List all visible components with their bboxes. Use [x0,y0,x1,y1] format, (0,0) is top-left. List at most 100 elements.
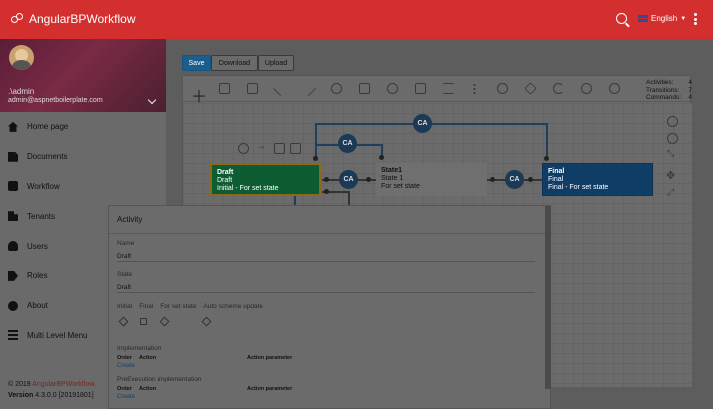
zoom-in-icon[interactable] [667,116,678,127]
sidebar-item-label: About [27,301,48,311]
save-button[interactable]: Save [182,55,211,71]
create-implementation-link[interactable]: Create [117,363,135,369]
expand-icon[interactable]: ⤢ [667,187,674,198]
code-icon[interactable] [415,83,426,94]
transition-line [348,191,350,205]
more-vertical-icon[interactable] [694,13,697,25]
activity-node-final[interactable]: Final Final Final - For set state [542,163,653,196]
scrollbar[interactable] [545,206,551,389]
download-button[interactable]: Download [211,55,258,71]
for-set-state-label: For set state [160,303,197,310]
state-field[interactable]: Draft [117,281,535,293]
user-email: admin@aspnetboilerplate.com [8,97,103,104]
final-checkbox[interactable] [140,318,147,325]
caret-down-icon: ▼ [680,15,687,22]
settings-sliders-icon[interactable] [443,83,454,94]
activities-label: Activities: [646,79,674,86]
search-icon[interactable] [616,13,627,24]
sidebar-footer: © 2019 AngularBPWorkflow. Version 4.3.0.… [8,379,96,401]
add-icon[interactable]: ＋ [191,83,207,106]
refresh-icon[interactable] [553,83,564,94]
connector-dot [313,156,318,161]
redo-icon[interactable] [300,80,317,97]
auto-scheme-update-checkbox[interactable] [201,316,212,327]
upload-button[interactable]: Upload [258,55,294,71]
layers-icon[interactable] [524,82,537,95]
activity-node-draft[interactable]: Draft Draft Initial - For set state [210,163,321,196]
building-icon [8,211,18,222]
avatar [9,45,34,70]
col-action: Action [139,355,157,361]
users-icon [8,241,18,252]
commands-count: 4 [688,94,692,101]
undo-icon[interactable] [272,80,289,97]
transition-line [546,123,548,159]
zoom-out-icon[interactable] [667,133,678,144]
language-selector[interactable]: English ▼ [638,14,686,23]
chevron-down-icon[interactable] [147,95,157,105]
auto-scheme-update-label: Auto scheme update [203,303,264,310]
copy-icon[interactable] [219,83,230,94]
initial-label: Initial [117,303,133,310]
copyright: © 2019 [8,381,31,388]
user-panel: .\admin admin@aspnetboilerplate.com [0,39,166,112]
home-icon [8,121,18,132]
info-icon [8,300,18,311]
top-bar: AngularBPWorkflow English ▼ [0,0,713,39]
name-field[interactable]: Draft [117,250,535,262]
delete-icon[interactable] [247,83,258,94]
sidebar-item-workflow[interactable]: Workflow [0,172,166,202]
calendar-icon[interactable] [359,83,370,94]
node-type: Initial - For set state [217,185,279,192]
globe-icon[interactable] [497,83,508,94]
brand[interactable]: AngularBPWorkflow [11,12,136,26]
sidebar-item-documents[interactable]: Documents [0,142,166,172]
designer-stats: Activities: 4 Transitions: 7 Commands: 4 [646,79,692,102]
node-type: For set state [381,183,420,190]
col-order: Order [117,386,132,392]
transition-line [294,196,296,205]
node-title: State1 [381,167,403,174]
initial-checkbox[interactable] [118,316,129,327]
node-subtitle: Final [548,176,564,183]
col-order: Order [117,355,132,361]
for-set-state-checkbox[interactable] [159,316,170,327]
activity-node-state1[interactable]: State1 State 1 For set state [376,163,487,196]
commands-label: Commands: [646,94,682,101]
command-badge[interactable]: CA [338,134,357,153]
fit-icon[interactable]: ⤡ [667,148,674,159]
export-icon[interactable] [274,143,285,154]
node-toolbar: → [238,141,308,155]
command-badge[interactable]: CA [505,170,524,189]
actor-icon[interactable] [331,83,342,94]
timer-icon[interactable] [387,83,398,94]
cloud-logo-icon [11,13,25,25]
node-title: Draft [217,169,234,176]
tag-icon [8,270,18,281]
connector-dot [544,156,549,161]
document-icon [8,151,18,162]
node-type: Final - For set state [548,184,609,191]
help-icon[interactable] [609,83,620,94]
node-subtitle: State 1 [381,175,404,182]
move-icon[interactable]: ✥ [666,169,675,182]
more-vertical-icon[interactable] [473,83,476,94]
connector-dot [528,177,533,182]
command-badge[interactable]: CA [413,114,432,133]
activity-panel: Activity Name Draft State Draft Initial … [108,205,552,409]
sidebar-item-label: Roles [27,271,48,281]
col-action-parameter: Action parameter [247,355,293,361]
arrow-right-icon[interactable]: → [256,141,266,152]
connector-dot [324,177,329,182]
panel-title: Activity [117,215,143,224]
command-badge[interactable]: CA [339,170,358,189]
sidebar-item-home[interactable]: Home page [0,112,166,142]
copy-icon[interactable] [290,143,301,154]
sidebar-item-label: Documents [27,152,68,162]
activities-count: 4 [688,79,692,86]
create-preexecution-link[interactable]: Create [117,394,135,400]
gear-icon[interactable] [238,143,249,154]
divider [109,233,552,234]
alert-icon[interactable] [581,83,592,94]
footer-brand-link[interactable]: AngularBPWorkflow. [32,381,96,388]
